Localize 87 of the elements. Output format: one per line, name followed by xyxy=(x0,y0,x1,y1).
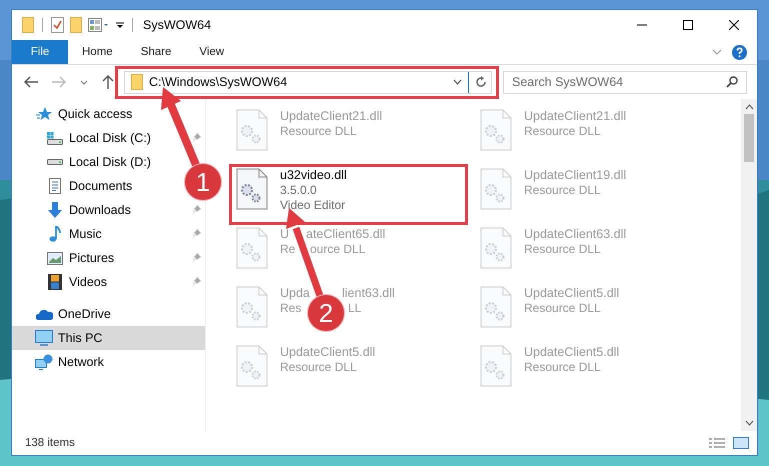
nav-item[interactable]: Documents xyxy=(12,174,183,198)
maximize-icon xyxy=(683,20,693,30)
nav-item[interactable]: Downloads xyxy=(12,198,183,222)
address-path: C:\Windows\SysWOW64 xyxy=(149,75,288,89)
nav-item[interactable]: This PC xyxy=(12,326,205,350)
file-name: UpdateClient63.dll xyxy=(524,227,626,242)
nav-item[interactable]: OneDrive xyxy=(12,302,183,326)
file-description: ource DLL xyxy=(310,242,366,257)
document-icon xyxy=(49,178,61,194)
nav-item[interactable]: Pictures xyxy=(12,246,183,270)
file-description: LL xyxy=(348,301,362,316)
nav-item[interactable]: Local Disk (D:) xyxy=(12,150,183,174)
search-placeholder: Search SysWOW64 xyxy=(512,75,624,89)
picture-icon xyxy=(47,252,63,264)
pin-icon[interactable] xyxy=(192,277,201,287)
properties-icon[interactable] xyxy=(51,17,64,33)
file-name: lient63.dll xyxy=(342,286,395,301)
nav-item[interactable]: Quick access xyxy=(12,102,183,126)
nav-item[interactable]: Network xyxy=(12,350,183,374)
scrollbar-thumb[interactable] xyxy=(744,114,754,162)
recent-locations-icon[interactable] xyxy=(80,80,88,84)
file-description: Re xyxy=(280,242,296,256)
help-icon[interactable] xyxy=(732,44,747,60)
monitor-icon xyxy=(35,330,53,346)
new-folder-icon[interactable] xyxy=(70,17,82,33)
scroll-up-icon[interactable] xyxy=(744,104,754,110)
details-view-icon[interactable] xyxy=(709,437,725,449)
file-description: Resource DLL xyxy=(280,124,358,139)
cloud-icon xyxy=(36,308,52,320)
item-count: 138 items xyxy=(25,437,75,449)
expand-ribbon-icon[interactable] xyxy=(712,49,722,55)
minimize-icon xyxy=(637,24,647,26)
file-name: ateClient65.dll xyxy=(306,227,386,242)
star-icon xyxy=(36,107,52,121)
file-description: Resource DLL xyxy=(524,360,602,375)
file-description: Resource DLL xyxy=(524,124,602,139)
address-bar[interactable]: C:\Windows\SysWOW64 xyxy=(124,70,492,94)
file-description: Video Editor xyxy=(280,198,346,213)
dropdown-caret-icon[interactable] xyxy=(453,79,462,85)
drive-icon xyxy=(47,132,63,144)
view-icon[interactable] xyxy=(88,18,110,32)
dll-file-icon[interactable] xyxy=(236,168,268,210)
nav-item[interactable]: Local Disk (C:) xyxy=(12,126,183,150)
pin-icon[interactable] xyxy=(192,133,201,143)
nav-item[interactable]: Videos xyxy=(12,270,183,294)
refresh-icon[interactable] xyxy=(475,76,487,88)
ribbon-tab[interactable]: Share xyxy=(126,40,186,64)
file-description: Resource DLL xyxy=(280,360,358,375)
search-field[interactable]: Search SysWOW64 xyxy=(503,70,747,94)
folder-icon xyxy=(131,74,143,90)
file-version: 3.5.0.0 xyxy=(280,183,318,198)
network-icon xyxy=(35,354,53,370)
file-description: Resource DLL xyxy=(524,183,602,198)
scrollbar[interactable] xyxy=(741,99,757,431)
customize-toolbar-icon[interactable] xyxy=(116,21,124,29)
file-name: U xyxy=(280,227,290,241)
close-icon xyxy=(729,20,739,30)
film-strip-icon xyxy=(48,274,62,290)
file-name: u32video.dll xyxy=(280,168,347,183)
window-title: SysWOW64 xyxy=(143,18,212,32)
music-note-icon xyxy=(49,226,61,242)
download-arrow-icon xyxy=(47,202,63,218)
file-description: Resource DLL xyxy=(524,242,602,257)
nav-item[interactable]: Music xyxy=(12,222,183,246)
file-description: Res xyxy=(280,301,302,315)
pin-icon[interactable] xyxy=(192,205,201,215)
ribbon-tab[interactable]: File xyxy=(12,40,68,64)
drive-icon xyxy=(47,159,63,165)
file-name: UpdateClient19.dll xyxy=(524,168,626,183)
file-name: UpdateClient21.dll xyxy=(524,109,626,124)
ribbon-tab[interactable]: View xyxy=(185,40,238,64)
file-description: Resource DLL xyxy=(524,301,602,316)
pin-icon[interactable] xyxy=(192,253,201,263)
pin-icon[interactable] xyxy=(192,229,201,239)
large-icons-view-icon[interactable] xyxy=(733,437,749,449)
ribbon-tab[interactable]: Home xyxy=(68,40,127,64)
file-name: UpdateClient5.dll xyxy=(280,345,376,360)
file-name: UpdateClient5.dll xyxy=(524,345,620,360)
back-arrow-icon[interactable] xyxy=(24,76,38,88)
search-icon[interactable] xyxy=(726,76,738,88)
file-name: UpdateClient5.dll xyxy=(524,286,620,301)
scroll-down-icon[interactable] xyxy=(744,420,754,426)
file-name: UpdateClient21.dll xyxy=(280,109,382,124)
up-arrow-icon[interactable] xyxy=(102,75,114,89)
forward-arrow-icon[interactable] xyxy=(52,76,66,88)
folder-icon[interactable] xyxy=(22,17,34,33)
file-name: Upda xyxy=(280,286,310,300)
